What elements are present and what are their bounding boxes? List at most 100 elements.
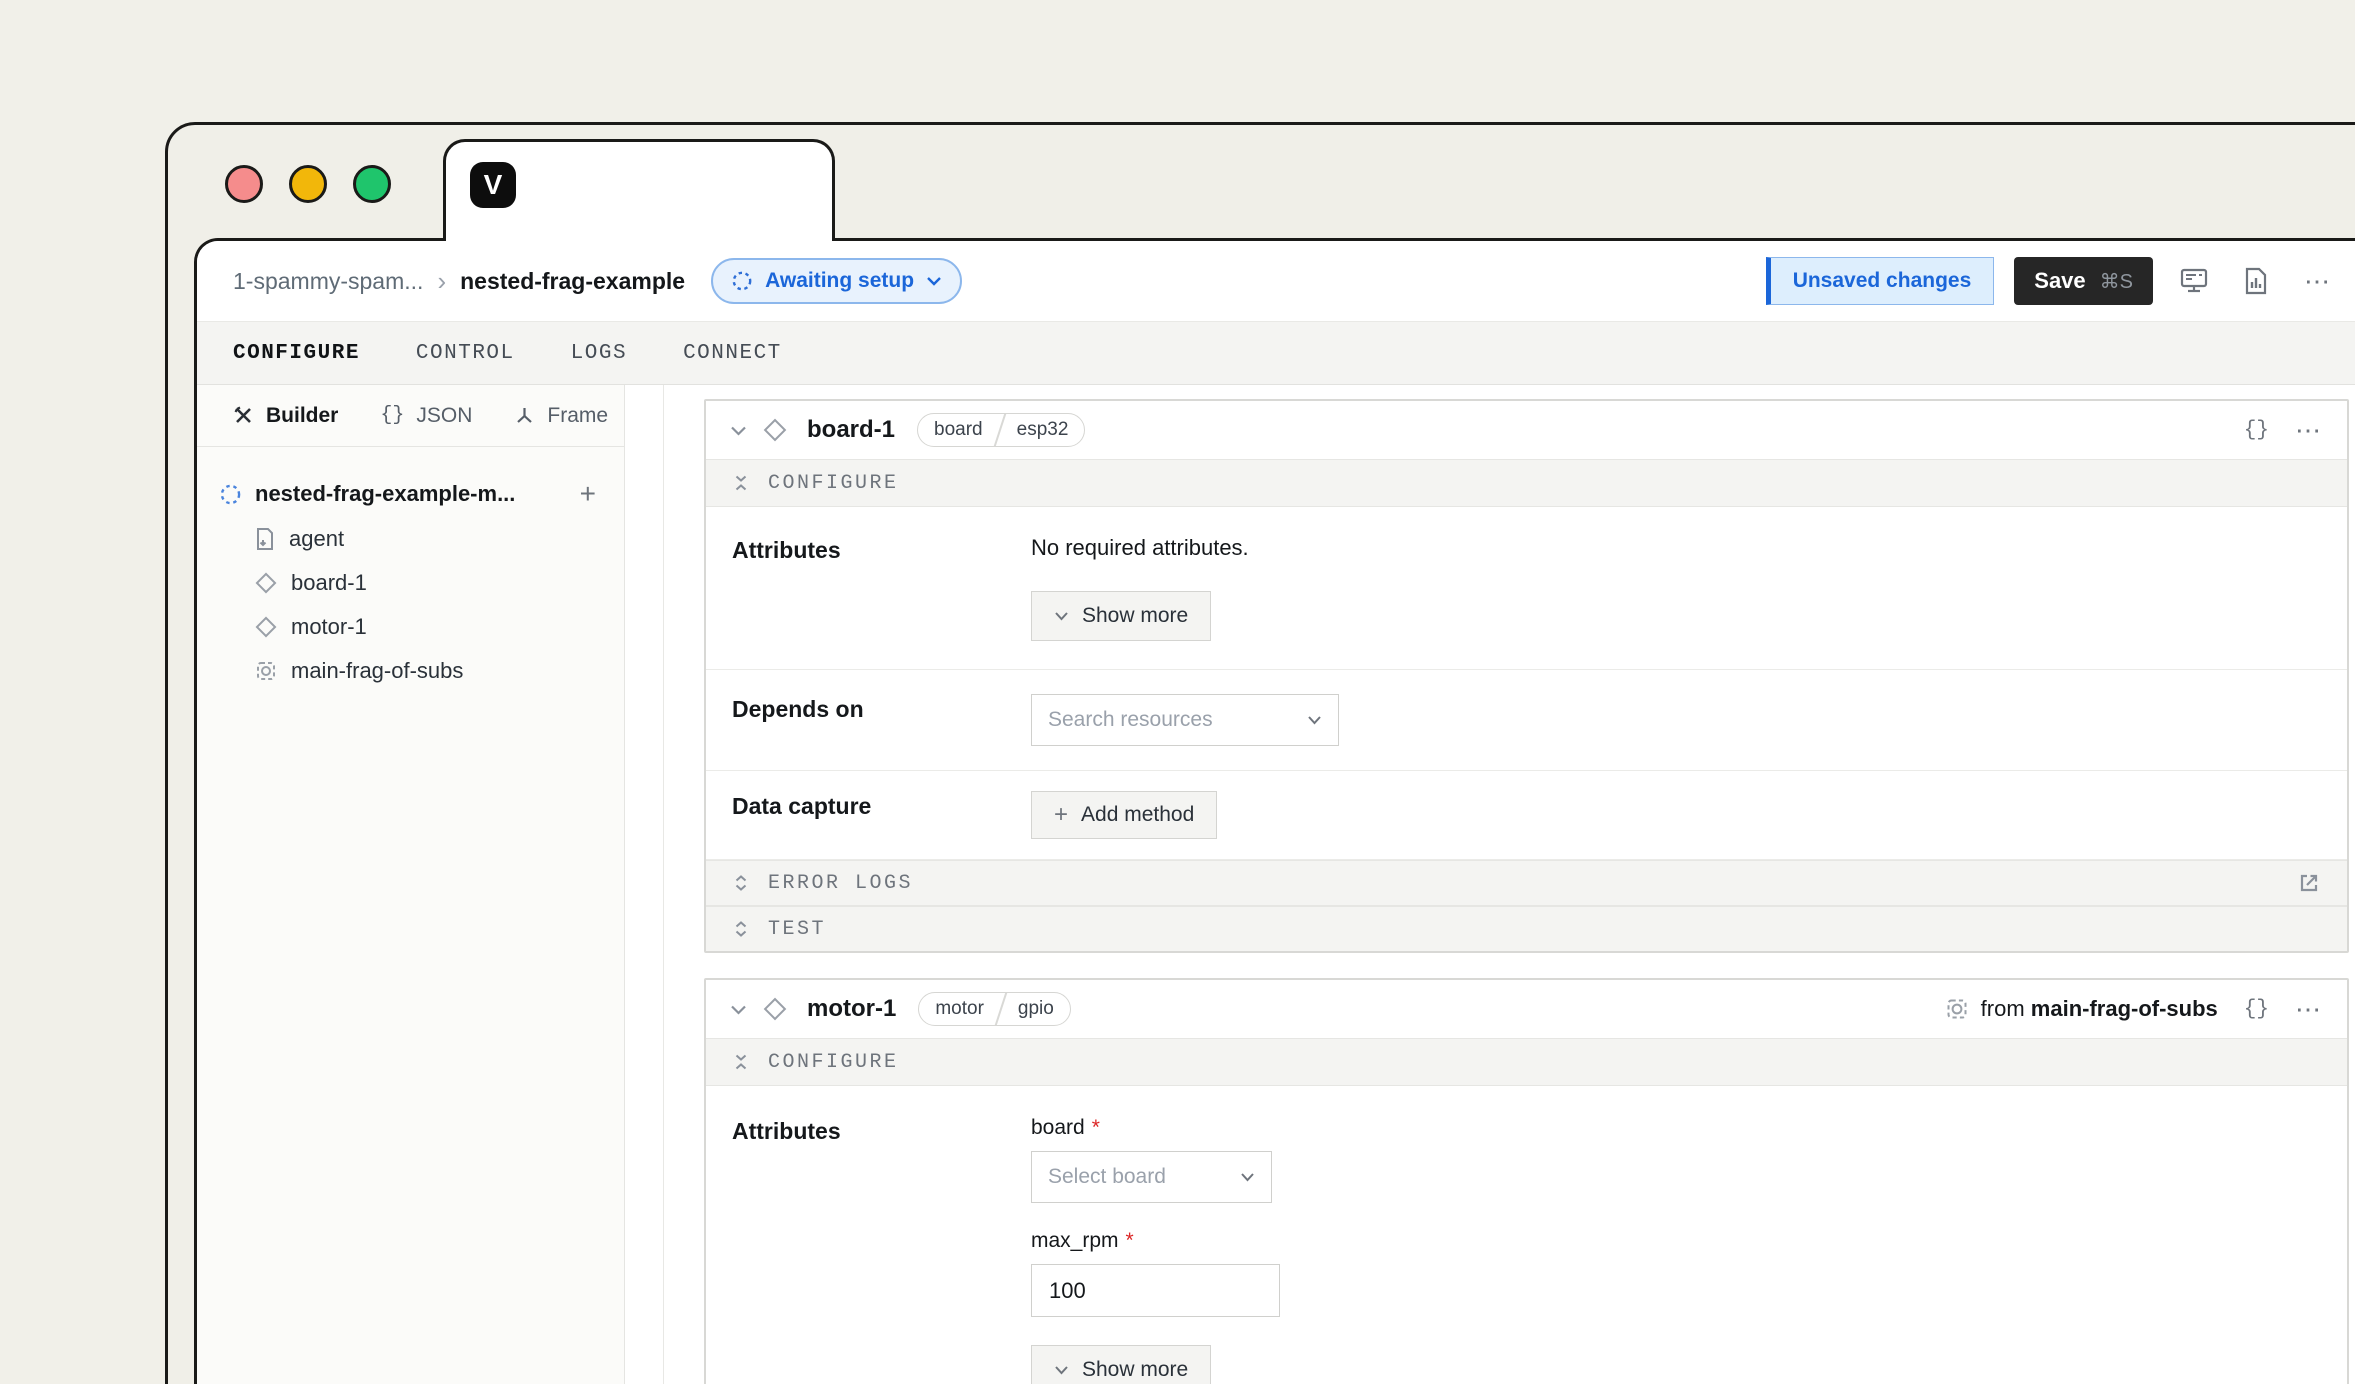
chevron-down-icon bbox=[1054, 611, 1069, 621]
tab-logs[interactable]: LOGS bbox=[571, 342, 627, 365]
diamond-icon bbox=[763, 418, 787, 442]
window-close-button[interactable] bbox=[225, 165, 263, 203]
machine-spinner-icon bbox=[219, 483, 242, 506]
card-actions: {} ⋯ bbox=[2244, 415, 2323, 446]
section-error-logs[interactable]: ERROR LOGS bbox=[706, 860, 2347, 906]
section-configure[interactable]: CONFIGURE bbox=[706, 459, 2347, 507]
view-frame-label: Frame bbox=[547, 404, 608, 428]
view-json[interactable]: {} JSON bbox=[380, 404, 472, 428]
breadcrumb-separator: › bbox=[437, 268, 446, 294]
tree-item-label: agent bbox=[289, 526, 344, 552]
app-page: 1-spammy-spam... › nested-frag-example A… bbox=[194, 238, 2355, 1384]
frame-axes-icon bbox=[514, 405, 535, 426]
config-canvas: board-1 board esp32 {} ⋯ bbox=[663, 385, 2355, 1384]
add-method-button[interactable]: + Add method bbox=[1031, 791, 1217, 839]
section-error-logs-label: ERROR LOGS bbox=[768, 872, 913, 895]
card-motor-1: motor-1 motor gpio bbox=[704, 978, 2349, 1384]
window-maximize-button[interactable] bbox=[353, 165, 391, 203]
card-board-1: board-1 board esp32 {} ⋯ bbox=[704, 399, 2349, 953]
card-actions: from main-frag-of-subs {} ⋯ bbox=[1945, 994, 2323, 1025]
collapse-vertical-icon bbox=[732, 474, 750, 492]
report-document-icon[interactable] bbox=[2235, 260, 2277, 302]
collapse-chevron-icon[interactable] bbox=[730, 425, 747, 436]
resource-type-tags: motor gpio bbox=[918, 992, 1071, 1026]
tree-item-agent[interactable]: agent bbox=[219, 517, 604, 561]
tab-connect[interactable]: CONNECT bbox=[683, 342, 782, 365]
fragment-source: from main-frag-of-subs bbox=[1945, 996, 2218, 1022]
card-motor-1-header: motor-1 motor gpio bbox=[706, 980, 2347, 1038]
configure-content: Builder {} JSON Frame bbox=[197, 385, 2355, 1384]
save-button[interactable]: Save ⌘S bbox=[2014, 257, 2153, 305]
expand-vertical-icon bbox=[732, 920, 750, 938]
header-overflow-menu[interactable]: ⋯ bbox=[2297, 260, 2339, 302]
tree-item-motor-1[interactable]: motor-1 bbox=[219, 605, 604, 649]
resource-name: board-1 bbox=[807, 416, 895, 444]
view-builder-label: Builder bbox=[266, 404, 338, 428]
attributes-label: Attributes bbox=[732, 1116, 1031, 1384]
board-select[interactable]: Select board bbox=[1031, 1151, 1272, 1203]
no-required-attributes-text: No required attributes. bbox=[1031, 535, 1249, 561]
status-label: Awaiting setup bbox=[765, 269, 914, 293]
depends-on-label: Depends on bbox=[732, 694, 1031, 746]
screenshot-root: V 1-spammy-spam... › nested-frag-example… bbox=[0, 0, 2355, 1384]
max-rpm-input[interactable] bbox=[1031, 1264, 1280, 1317]
show-more-label: Show more bbox=[1082, 604, 1188, 628]
tag-type: board bbox=[918, 419, 999, 441]
machine-page-icon[interactable] bbox=[2173, 260, 2215, 302]
card-overflow-menu[interactable]: ⋯ bbox=[2295, 415, 2323, 446]
viam-logo: V bbox=[470, 162, 516, 208]
section-test[interactable]: TEST bbox=[706, 906, 2347, 951]
data-capture-row: Data capture + Add method bbox=[706, 771, 2347, 860]
tree-item-main-frag-of-subs[interactable]: main-frag-of-subs bbox=[219, 649, 604, 693]
depends-on-select[interactable]: Search resources bbox=[1031, 694, 1339, 746]
plus-icon: + bbox=[1054, 803, 1068, 827]
collapse-vertical-icon bbox=[732, 1053, 750, 1071]
depends-on-placeholder: Search resources bbox=[1048, 708, 1213, 732]
diamond-icon bbox=[255, 572, 277, 594]
machine-nav-tabs: CONFIGURE CONTROL LOGS CONNECT bbox=[197, 321, 2355, 385]
show-more-button[interactable]: Show more bbox=[1031, 591, 1211, 641]
expand-vertical-icon bbox=[732, 874, 750, 892]
from-fragment-name: main-frag-of-subs bbox=[2031, 996, 2218, 1021]
tree-root-machine[interactable]: nested-frag-example-m... + bbox=[219, 471, 604, 517]
view-frame[interactable]: Frame bbox=[514, 404, 608, 428]
show-more-button[interactable]: Show more bbox=[1031, 1345, 1211, 1384]
resource-tree: nested-frag-example-m... + agent boar bbox=[197, 447, 624, 693]
add-resource-button[interactable]: + bbox=[572, 480, 604, 508]
tree-item-label: motor-1 bbox=[291, 614, 367, 640]
view-builder[interactable]: Builder bbox=[233, 404, 338, 428]
tag-type: motor bbox=[919, 998, 1000, 1020]
section-configure[interactable]: CONFIGURE bbox=[706, 1038, 2347, 1086]
file-icon bbox=[255, 527, 275, 551]
card-overflow-menu[interactable]: ⋯ bbox=[2295, 994, 2323, 1025]
sidebar-view-switcher: Builder {} JSON Frame bbox=[197, 385, 624, 447]
machine-status-badge[interactable]: Awaiting setup bbox=[711, 258, 962, 304]
card-board-1-header: board-1 board esp32 {} ⋯ bbox=[706, 401, 2347, 459]
section-configure-label: CONFIGURE bbox=[768, 1051, 899, 1074]
tree-item-board-1[interactable]: board-1 bbox=[219, 561, 604, 605]
unsaved-changes-indicator[interactable]: Unsaved changes bbox=[1766, 257, 1995, 305]
section-configure-label: CONFIGURE bbox=[768, 472, 899, 495]
code-json-button[interactable]: {} bbox=[2244, 419, 2269, 442]
breadcrumb-parent[interactable]: 1-spammy-spam... bbox=[233, 268, 423, 295]
collapse-chevron-icon[interactable] bbox=[730, 1004, 747, 1015]
required-asterisk: * bbox=[1126, 1229, 1134, 1252]
required-asterisk: * bbox=[1092, 1116, 1100, 1139]
fragment-icon bbox=[255, 660, 277, 682]
attributes-row: Attributes No required attributes. Show … bbox=[706, 507, 2347, 670]
chevron-down-icon bbox=[1307, 715, 1322, 725]
tree-item-label: board-1 bbox=[291, 570, 367, 596]
attributes-label: Attributes bbox=[732, 535, 1031, 641]
tag-model: esp32 bbox=[1001, 419, 1085, 441]
window-minimize-button[interactable] bbox=[289, 165, 327, 203]
browser-tab[interactable]: V bbox=[443, 139, 835, 241]
header-actions: Unsaved changes Save ⌘S ⋯ bbox=[1766, 257, 2339, 305]
add-method-label: Add method bbox=[1081, 803, 1194, 827]
open-logs-external-icon[interactable] bbox=[2297, 871, 2321, 895]
spinner-icon bbox=[731, 270, 753, 292]
chevron-down-icon bbox=[1054, 1365, 1069, 1375]
tab-configure[interactable]: CONFIGURE bbox=[233, 342, 360, 365]
tab-control[interactable]: CONTROL bbox=[416, 342, 515, 365]
section-test-label: TEST bbox=[768, 918, 826, 941]
code-json-button[interactable]: {} bbox=[2244, 998, 2269, 1021]
